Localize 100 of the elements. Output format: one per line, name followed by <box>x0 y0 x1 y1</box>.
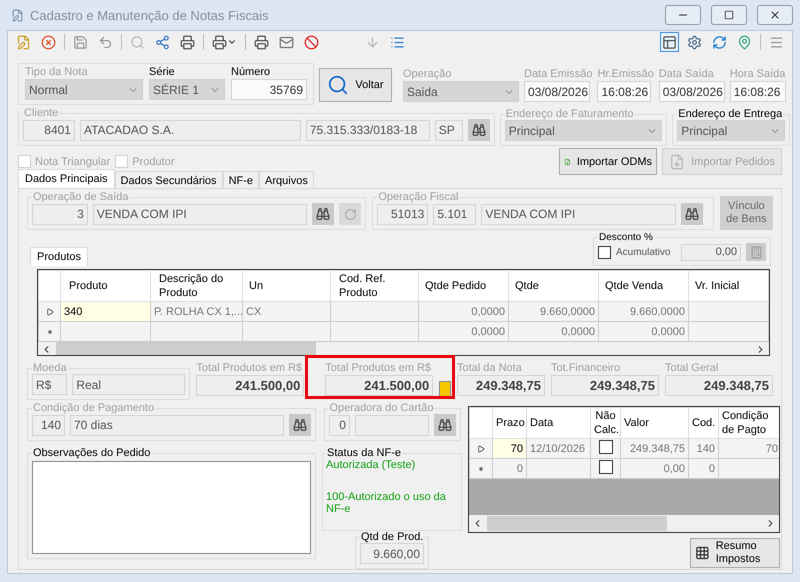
import-button[interactable]: Importar ODMs <box>559 148 657 175</box>
column-header <box>470 408 492 438</box>
text-field[interactable]: 35769 <box>231 79 307 100</box>
text-field[interactable]: 16:08:26 <box>730 81 786 102</box>
lookup-button[interactable] <box>434 414 456 436</box>
dropdown-field[interactable]: Saida <box>403 81 519 102</box>
minimize-button[interactable] <box>665 5 701 25</box>
new-row-icon <box>477 464 485 472</box>
text-field[interactable]: SP <box>434 120 463 140</box>
maximize-icon <box>724 10 734 20</box>
text-field[interactable]: 0 <box>328 414 350 436</box>
group-label: Qtd de Prod. <box>360 531 424 543</box>
lookup-button[interactable] <box>312 203 334 225</box>
text-field[interactable]: 3 <box>32 204 88 224</box>
text-field[interactable]: 70 dias <box>70 414 284 436</box>
dropdown-field[interactable]: Principal <box>677 120 785 141</box>
binoculars-icon <box>316 207 330 221</box>
close-button[interactable] <box>757 5 793 25</box>
field-label: Hora Saída <box>730 68 786 80</box>
total-field: 249.348,75 <box>456 375 545 396</box>
column-header[interactable]: Un <box>242 270 330 302</box>
binoculars-icon <box>438 418 452 432</box>
table-cell <box>718 458 779 478</box>
group-label: Endereço de Faturamento <box>504 108 635 120</box>
row-header[interactable] <box>38 322 60 342</box>
lookup-button[interactable] <box>289 414 311 436</box>
text-field[interactable]: 51013 <box>377 204 428 224</box>
undo-icon <box>98 34 113 50</box>
column-header[interactable]: Qtde Venda <box>598 270 688 302</box>
text-field[interactable]: 75.315.333/0183-18 <box>306 120 430 140</box>
text-field[interactable]: 8401 <box>23 120 75 140</box>
pin-icon <box>737 34 752 50</box>
table-cell: 0,0000 <box>418 302 508 322</box>
lookup-button[interactable] <box>681 203 704 225</box>
table-cell: 0 <box>492 458 526 478</box>
tab[interactable]: Dados Principais <box>18 169 115 188</box>
text-field[interactable]: 03/08/2026 <box>658 81 725 102</box>
text-field[interactable]: Real <box>72 374 186 395</box>
tab[interactable]: Arquivos <box>259 171 314 188</box>
table-cell: 249.348,75 <box>620 438 688 458</box>
total-field: 241.500,00 <box>325 375 434 396</box>
scrollbar[interactable] <box>469 515 779 532</box>
field-label: Total da Nota <box>456 362 523 374</box>
magnifier-icon <box>327 74 350 96</box>
group-label: Moeda <box>32 362 68 374</box>
vinculo-button[interactable]: Vínculo de Bens <box>720 196 773 230</box>
field-label: Total Geral <box>664 362 720 374</box>
tab[interactable]: NF-e <box>222 171 260 188</box>
table-cell: 0,0000 <box>508 322 598 342</box>
row-header[interactable] <box>470 438 492 458</box>
maximize-button[interactable] <box>711 5 747 25</box>
no-entry-icon <box>304 34 319 50</box>
tab[interactable]: Dados Secundários <box>114 171 223 188</box>
voltar-button[interactable]: Voltar <box>319 68 392 102</box>
column-header[interactable]: Data <box>526 408 590 438</box>
field-label: Número <box>231 66 272 78</box>
text-field[interactable]: VENDA COM IPI <box>481 204 676 224</box>
text-field[interactable]: R$ <box>32 374 68 395</box>
action-button[interactable] <box>339 203 362 225</box>
field-label: Total Produtos em R$ <box>325 362 432 374</box>
group-label: Desconto % <box>598 232 654 243</box>
column-header[interactable]: Cod. <box>688 408 718 438</box>
column-header[interactable]: Cod. Ref. Produto <box>330 270 418 302</box>
checkbox[interactable] <box>598 440 612 454</box>
text-field[interactable]: 03/08/2026 <box>524 81 590 102</box>
printer-icon <box>180 34 195 50</box>
text-field[interactable]: 16:08:26 <box>597 81 652 102</box>
checkbox-label: Acumulativo <box>616 246 670 258</box>
column-header[interactable]: Qtde Pedido <box>418 270 508 302</box>
column-header[interactable]: Não Calc. <box>590 408 620 438</box>
row-header[interactable] <box>38 302 60 322</box>
column-header[interactable]: Produto <box>60 270 150 302</box>
tab[interactable]: Produtos <box>30 247 88 266</box>
taxes-button[interactable]: Resumo Impostos <box>690 538 780 568</box>
new-row-icon <box>46 328 54 336</box>
lookup-button[interactable] <box>468 119 490 141</box>
scrollbar[interactable] <box>38 342 769 355</box>
column-header[interactable]: Valor <box>620 408 688 438</box>
column-header[interactable]: Condição de Pagto <box>718 408 779 438</box>
checkbox[interactable] <box>598 246 611 258</box>
dropdown-field[interactable]: SÉRIE 1 <box>149 79 225 100</box>
text-field[interactable]: 5.101 <box>433 204 476 224</box>
column-header[interactable]: Descrição do Produto <box>150 270 242 302</box>
text-field[interactable]: 140 <box>32 414 65 436</box>
table-cell: 0,00 <box>620 458 688 478</box>
checkbox[interactable] <box>598 460 612 474</box>
notes-field[interactable] <box>32 461 311 554</box>
column-header[interactable]: Qtde <box>508 270 598 302</box>
table-cell: CX <box>242 302 330 322</box>
text-field[interactable]: ATACADAO S.A. <box>80 120 301 140</box>
windows-tool[interactable] <box>660 32 679 52</box>
text-field[interactable]: 0,00 <box>681 244 741 260</box>
column-header[interactable]: Prazo <box>492 408 526 438</box>
column-header[interactable]: Vr. Inicial <box>688 270 768 302</box>
mail-icon <box>279 34 294 50</box>
table-cell: 140 <box>688 438 718 458</box>
text-field[interactable]: VENDA COM IPI <box>92 204 308 224</box>
table-cell: 12/10/2026 <box>526 438 590 458</box>
field-label: Tot.Financeiro <box>550 362 622 374</box>
text-field[interactable] <box>354 414 428 436</box>
